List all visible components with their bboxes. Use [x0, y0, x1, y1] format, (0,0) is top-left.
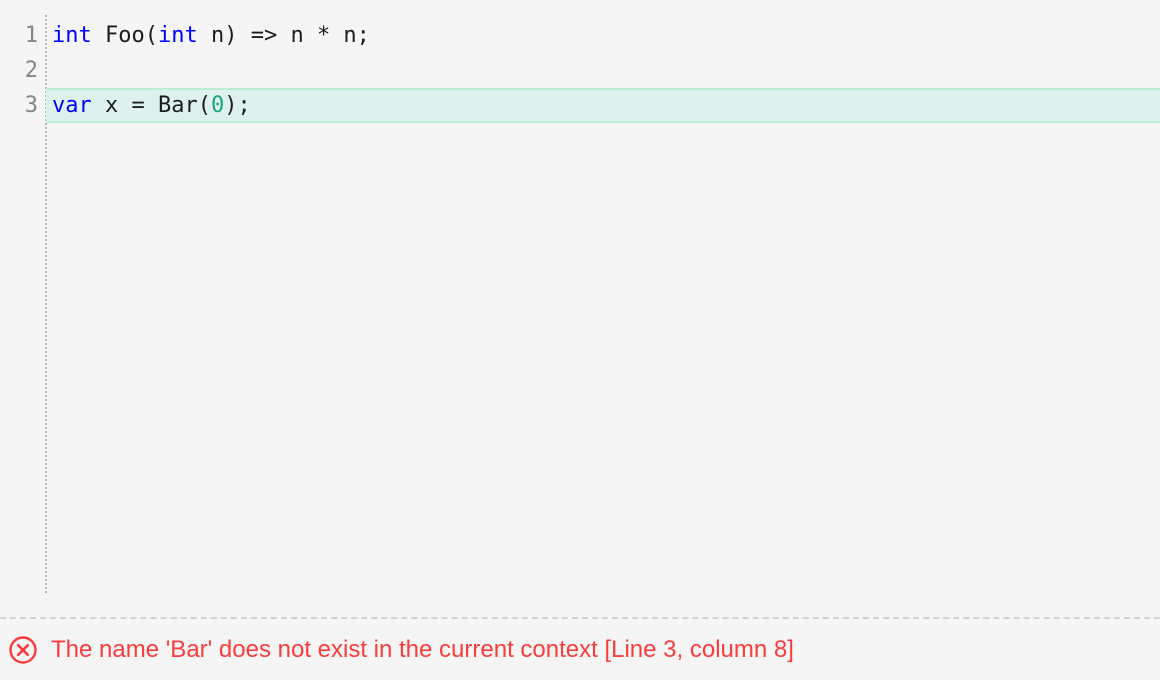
- code-token-num: 0: [210, 93, 225, 118]
- code-lines-container[interactable]: 1 int Foo(int n) => n * n; 2 3 var x = Bar(0…: [0, 18, 1160, 123]
- code-line[interactable]: 1 int Foo(int n) => n * n;: [0, 18, 1160, 53]
- line-code[interactable]: var x = Bar(0);: [52, 88, 251, 123]
- error-circle-x-icon: [9, 636, 37, 664]
- editor-pane[interactable]: 1 int Foo(int n) => n * n; 2 3 var x = Bar(0…: [0, 0, 1160, 618]
- code-line[interactable]: 3 var x = Bar(0);: [0, 88, 1160, 123]
- code-token-plain: );: [224, 93, 251, 118]
- code-token-plain: n) => n * n;: [197, 23, 370, 48]
- line-number: 3: [24, 93, 38, 118]
- diagnostics-bar[interactable]: The name 'Bar' does not exist in the cur…: [0, 620, 1160, 680]
- code-token-kw: int: [52, 23, 92, 48]
- editor-diagnostics-divider: [0, 617, 1160, 619]
- diagnostic-message: The name 'Bar' does not exist in the cur…: [51, 636, 794, 663]
- line-code[interactable]: int Foo(int n) => n * n;: [52, 18, 370, 53]
- line-number: 2: [24, 58, 38, 83]
- code-editor-app: 1 int Foo(int n) => n * n; 2 3 var x = Bar(0…: [0, 0, 1160, 680]
- code-token-kw: var: [52, 93, 92, 118]
- code-token-plain: Foo(: [91, 23, 158, 48]
- line-number: 1: [24, 23, 38, 48]
- code-token-plain: x = Bar(: [91, 93, 211, 118]
- code-line[interactable]: 2: [0, 53, 1160, 88]
- code-token-kw: int: [157, 23, 198, 48]
